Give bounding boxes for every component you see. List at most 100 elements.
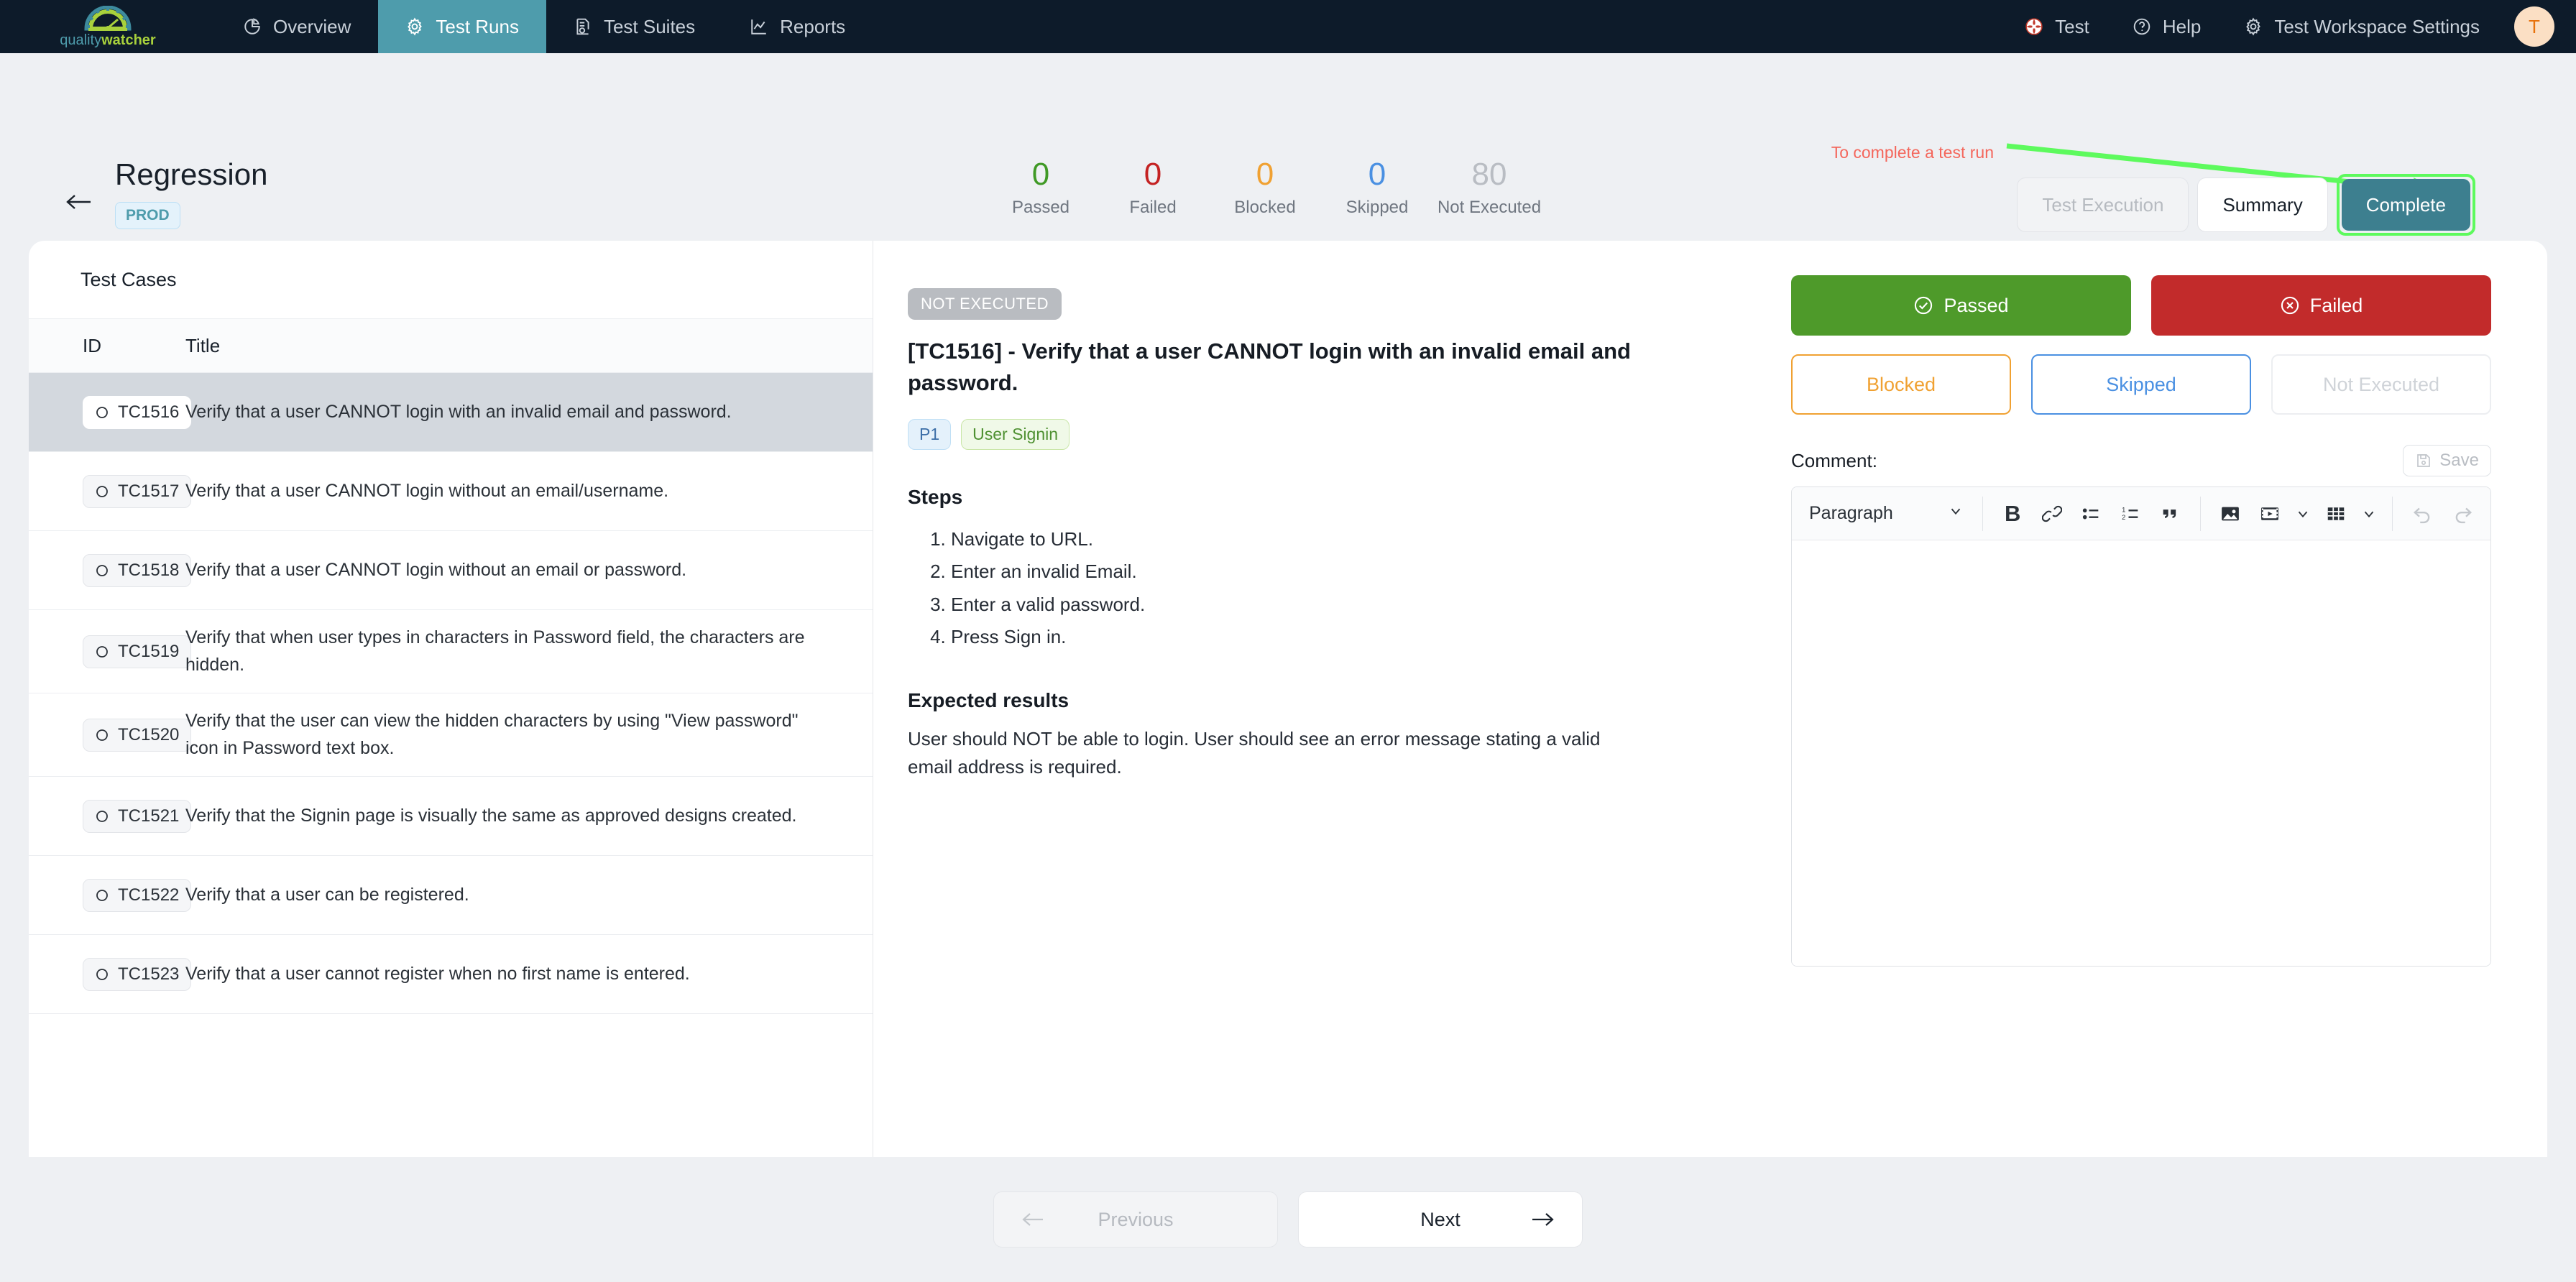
back-arrow-icon[interactable] — [65, 191, 95, 216]
test-cases-list: TC1516 Verify that a user CANNOT login w… — [29, 373, 873, 1157]
table-row[interactable]: TC1520 Verify that the user can view the… — [29, 693, 873, 777]
nav-item-overview[interactable]: Overview — [216, 0, 378, 53]
line-chart-icon — [750, 17, 768, 36]
test-case-title: Verify that a user CANNOT login without … — [185, 480, 669, 501]
blockquote-icon[interactable] — [2152, 494, 2189, 534]
blocked-button[interactable]: Blocked — [1791, 354, 2011, 415]
nav-item-project-test[interactable]: Test — [2003, 0, 2111, 53]
not-executed-button[interactable]: Not Executed — [2271, 354, 2491, 415]
brand-logo[interactable]: qualitywatcher — [0, 0, 216, 53]
svg-text:2: 2 — [2122, 514, 2125, 521]
summary-tab[interactable]: Summary — [2197, 177, 2328, 232]
stat-blocked-value: 0 — [1256, 157, 1274, 192]
table-row[interactable]: TC1516 Verify that a user CANNOT login w… — [29, 373, 873, 452]
footer-navigation: Previous Next — [0, 1157, 2576, 1282]
suite-tag: User Signin — [961, 419, 1070, 451]
image-icon[interactable] — [2212, 494, 2249, 534]
test-case-id: TC1519 — [118, 641, 180, 661]
page-header: Regression PROD 0 Passed 0 Failed 0 Bloc… — [0, 53, 2576, 281]
test-case-id-chip: TC1517 — [83, 474, 192, 508]
table-row[interactable]: TC1523 Verify that a user cannot registe… — [29, 935, 873, 1014]
nav-item-reports[interactable]: Reports — [722, 0, 873, 53]
chevron-down-icon[interactable] — [2291, 494, 2314, 534]
table-row[interactable]: TC1517 Verify that a user CANNOT login w… — [29, 452, 873, 531]
toolbar-divider — [2199, 496, 2201, 531]
document-check-icon — [574, 17, 592, 36]
numbered-list-icon[interactable]: 1 2 — [2112, 494, 2149, 534]
table-row[interactable]: TC1519 Verify that when user types in ch… — [29, 610, 873, 693]
video-icon[interactable] — [2252, 494, 2288, 534]
test-case-id-cell: TC1521 — [29, 799, 192, 833]
annotation-label: To complete a test run — [1831, 143, 1994, 162]
nav-item-test-suites[interactable]: Test Suites — [546, 0, 722, 53]
test-case-title: Verify that a user cannot register when … — [185, 963, 690, 984]
table-icon[interactable] — [2317, 494, 2354, 534]
primary-nav: Overview Test Runs Test Suites Reports — [216, 0, 873, 53]
next-button[interactable]: Next — [1298, 1191, 1583, 1248]
test-case-title: Verify that the Signin page is visually … — [185, 805, 797, 826]
test-case-id-cell: TC1519 — [29, 635, 192, 668]
nav-item-workspace-settings[interactable]: Test Workspace Settings — [2222, 0, 2501, 53]
previous-button-label: Previous — [1098, 1208, 1174, 1230]
status-badge: NOT EXECUTED — [908, 288, 1062, 320]
nav-label-help: Help — [2162, 15, 2202, 37]
nav-item-test-runs[interactable]: Test Runs — [378, 0, 546, 53]
avatar[interactable]: T — [2514, 6, 2554, 47]
gear-icon — [2244, 17, 2263, 36]
previous-button[interactable]: Previous — [993, 1191, 1278, 1248]
link-icon[interactable] — [2034, 494, 2071, 534]
complete-button-highlight: Complete — [2336, 174, 2475, 236]
chevron-down-icon — [1948, 503, 1964, 524]
block-format-select[interactable]: Paragraph — [1802, 494, 1971, 534]
check-circle-icon — [1915, 296, 1933, 315]
toolbar-divider — [2392, 496, 2393, 531]
test-case-id-cell: TC1517 — [29, 474, 192, 508]
circle-status-icon — [96, 729, 108, 741]
stat-failed-value: 0 — [1144, 157, 1162, 192]
failed-button[interactable]: Failed — [2151, 275, 2491, 336]
expected-results-text: User should NOT be able to login. User s… — [908, 727, 1601, 778]
svg-text:1: 1 — [2122, 506, 2125, 513]
block-format-value: Paragraph — [1809, 503, 1893, 523]
test-case-id-cell: TC1520 — [29, 718, 192, 752]
bold-icon[interactable]: B — [1995, 494, 2031, 534]
test-case-id: TC1517 — [118, 481, 180, 501]
bullet-list-icon[interactable] — [2073, 494, 2110, 534]
table-row[interactable]: TC1518 Verify that a user CANNOT login w… — [29, 531, 873, 610]
top-navbar: qualitywatcher Overview Test Runs Test S… — [0, 0, 2576, 53]
nav-item-help[interactable]: Help — [2111, 0, 2222, 53]
tag-row: P1 User Signin — [908, 419, 1757, 451]
test-case-id: TC1518 — [118, 560, 180, 580]
result-actions-panel: Passed Failed Blocked Skipped Not Execut… — [1757, 241, 2547, 1157]
test-execution-tab[interactable]: Test Execution — [2017, 177, 2189, 232]
arrow-right-icon — [1530, 1211, 1555, 1228]
floppy-disk-icon — [2417, 454, 2431, 467]
redo-icon[interactable] — [2444, 494, 2480, 534]
table-row[interactable]: TC1522 Verify that a user can be registe… — [29, 856, 873, 935]
circle-status-icon — [96, 645, 108, 658]
qualitywatcher-logo-icon: qualitywatcher — [60, 6, 156, 47]
skipped-button[interactable]: Skipped — [2031, 354, 2251, 415]
chevron-down-icon[interactable] — [2357, 494, 2380, 534]
complete-button[interactable]: Complete — [2341, 179, 2470, 231]
table-row[interactable]: TC1521 Verify that the Signin page is vi… — [29, 777, 873, 856]
save-button[interactable]: Save — [2403, 445, 2491, 476]
test-case-id: TC1523 — [118, 964, 180, 984]
stat-failed: 0 Failed — [1097, 157, 1209, 218]
pie-chart-icon — [243, 17, 262, 36]
undo-icon[interactable] — [2404, 494, 2441, 534]
comment-header: Comment: Save — [1791, 445, 2491, 476]
comment-input[interactable] — [1792, 540, 2490, 966]
passed-button[interactable]: Passed — [1791, 275, 2131, 336]
test-case-id-chip: TC1518 — [83, 553, 192, 587]
circle-status-icon — [96, 889, 108, 901]
step-item: Enter an invalid Email. — [951, 555, 1757, 588]
stat-failed-label: Failed — [1129, 198, 1177, 218]
page-title: Regression — [115, 157, 268, 191]
test-cases-title: Test Cases — [80, 268, 177, 290]
test-cases-table-header: ID Title — [29, 318, 873, 373]
test-case-id-chip: TC1522 — [83, 878, 192, 912]
column-header-id: ID — [83, 334, 101, 356]
circle-status-icon — [96, 406, 108, 418]
step-item: Press Sign in. — [951, 621, 1757, 653]
